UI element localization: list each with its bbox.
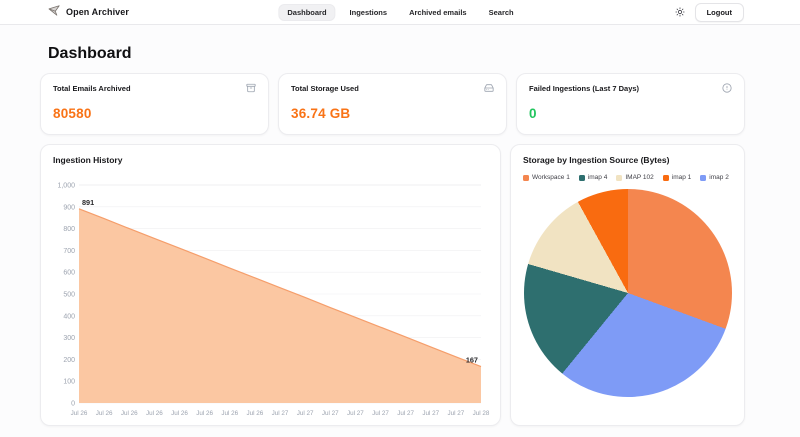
svg-text:Jul 27: Jul 27 bbox=[347, 410, 364, 417]
nav-item-search[interactable]: Search bbox=[481, 5, 522, 20]
svg-text:500: 500 bbox=[63, 292, 75, 299]
legend-label: imap 2 bbox=[709, 174, 729, 181]
legend-swatch bbox=[663, 175, 669, 181]
top-bar: Open Archiver Dashboard Ingestions Archive… bbox=[0, 0, 800, 25]
legend-label: Workspace 1 bbox=[532, 174, 570, 181]
stat-card-failed-ingestions: Failed Ingestions (Last 7 Days) 0 bbox=[516, 73, 745, 135]
stat-card-total-emails: Total Emails Archived 80580 bbox=[40, 73, 269, 135]
legend-label: imap 4 bbox=[588, 174, 608, 181]
legend-item-workspace-1[interactable]: Workspace 1 bbox=[523, 174, 570, 181]
svg-text:Jul 26: Jul 26 bbox=[171, 410, 188, 417]
svg-text:1,000: 1,000 bbox=[57, 183, 75, 190]
legend-swatch bbox=[579, 175, 585, 181]
stat-title: Failed Ingestions (Last 7 Days) bbox=[529, 84, 639, 93]
svg-text:800: 800 bbox=[63, 226, 75, 233]
stat-value: 0 bbox=[529, 106, 732, 121]
svg-text:Jul 26: Jul 26 bbox=[221, 410, 238, 417]
origami-logo-icon bbox=[48, 3, 61, 21]
svg-text:700: 700 bbox=[63, 248, 75, 255]
page-title: Dashboard bbox=[48, 45, 745, 63]
nav-item-dashboard[interactable]: Dashboard bbox=[278, 4, 335, 21]
legend-label: IMAP 102 bbox=[625, 174, 653, 181]
stat-title: Total Emails Archived bbox=[53, 84, 131, 93]
svg-text:0: 0 bbox=[71, 401, 75, 408]
archive-icon bbox=[246, 83, 256, 93]
svg-text:Jul 26: Jul 26 bbox=[146, 410, 163, 417]
brand: Open Archiver bbox=[48, 3, 129, 21]
pie-chart-title: Storage by Ingestion Source (Bytes) bbox=[523, 155, 732, 165]
nav-item-archived-emails[interactable]: Archived emails bbox=[401, 5, 475, 20]
legend-item-imap-102[interactable]: IMAP 102 bbox=[616, 174, 653, 181]
legend-item-imap-1[interactable]: imap 1 bbox=[663, 174, 692, 181]
dashboard-page: Dashboard Total Emails Archived 80580 To… bbox=[40, 45, 745, 426]
stat-value: 80580 bbox=[53, 106, 256, 121]
stat-value: 36.74 GB bbox=[291, 106, 494, 121]
svg-text:400: 400 bbox=[63, 313, 75, 320]
ingestion-history-card: Ingestion History 0 100 200 300 400 500 600 700… bbox=[40, 144, 501, 426]
svg-text:Jul 26: Jul 26 bbox=[71, 410, 88, 417]
legend-swatch bbox=[523, 175, 529, 181]
svg-text:900: 900 bbox=[63, 204, 75, 211]
legend-swatch bbox=[616, 175, 622, 181]
svg-text:Jul 27: Jul 27 bbox=[422, 410, 439, 417]
header-controls: Logout bbox=[675, 3, 744, 22]
charts-row: Ingestion History 0 100 200 300 400 500 600 700… bbox=[40, 144, 745, 426]
pie-chart bbox=[524, 189, 732, 397]
legend-label: imap 1 bbox=[672, 174, 692, 181]
alert-circle-icon bbox=[722, 83, 732, 93]
svg-text:300: 300 bbox=[63, 335, 75, 342]
area-chart: 0 100 200 300 400 500 600 700 800 900 1,000 Jul 26 J… bbox=[53, 169, 488, 426]
svg-text:100: 100 bbox=[63, 379, 75, 386]
legend-item-imap-4[interactable]: imap 4 bbox=[579, 174, 608, 181]
pie-legend: Workspace 1 imap 4 IMAP 102 imap 1 imap 2 bbox=[523, 174, 732, 181]
svg-text:Jul 26: Jul 26 bbox=[96, 410, 113, 417]
stat-card-storage-used: Total Storage Used 36.74 GB bbox=[278, 73, 507, 135]
legend-item-imap-2[interactable]: imap 2 bbox=[700, 174, 729, 181]
svg-text:Jul 28: Jul 28 bbox=[473, 410, 490, 417]
svg-text:200: 200 bbox=[63, 357, 75, 364]
hard-drive-icon bbox=[484, 83, 494, 93]
logout-button[interactable]: Logout bbox=[695, 3, 744, 22]
area-chart-title: Ingestion History bbox=[53, 155, 488, 165]
nav-item-ingestions[interactable]: Ingestions bbox=[342, 5, 396, 20]
stats-row: Total Emails Archived 80580 Total Storag… bbox=[40, 73, 745, 135]
storage-by-source-card: Storage by Ingestion Source (Bytes) Work… bbox=[510, 144, 745, 426]
svg-text:Jul 27: Jul 27 bbox=[372, 410, 389, 417]
sun-icon[interactable] bbox=[675, 7, 685, 17]
svg-text:Jul 26: Jul 26 bbox=[121, 410, 138, 417]
brand-name: Open Archiver bbox=[66, 7, 129, 17]
svg-text:891: 891 bbox=[82, 198, 94, 207]
svg-text:Jul 27: Jul 27 bbox=[297, 410, 314, 417]
svg-text:Jul 26: Jul 26 bbox=[246, 410, 263, 417]
svg-text:Jul 27: Jul 27 bbox=[322, 410, 339, 417]
main-nav: Dashboard Ingestions Archived emails Search bbox=[278, 0, 521, 24]
svg-text:Jul 27: Jul 27 bbox=[397, 410, 414, 417]
stat-title: Total Storage Used bbox=[291, 84, 359, 93]
svg-text:167: 167 bbox=[466, 356, 478, 365]
svg-text:Jul 26: Jul 26 bbox=[196, 410, 213, 417]
svg-text:Jul 27: Jul 27 bbox=[272, 410, 289, 417]
legend-swatch bbox=[700, 175, 706, 181]
svg-text:600: 600 bbox=[63, 270, 75, 277]
svg-text:Jul 27: Jul 27 bbox=[447, 410, 464, 417]
